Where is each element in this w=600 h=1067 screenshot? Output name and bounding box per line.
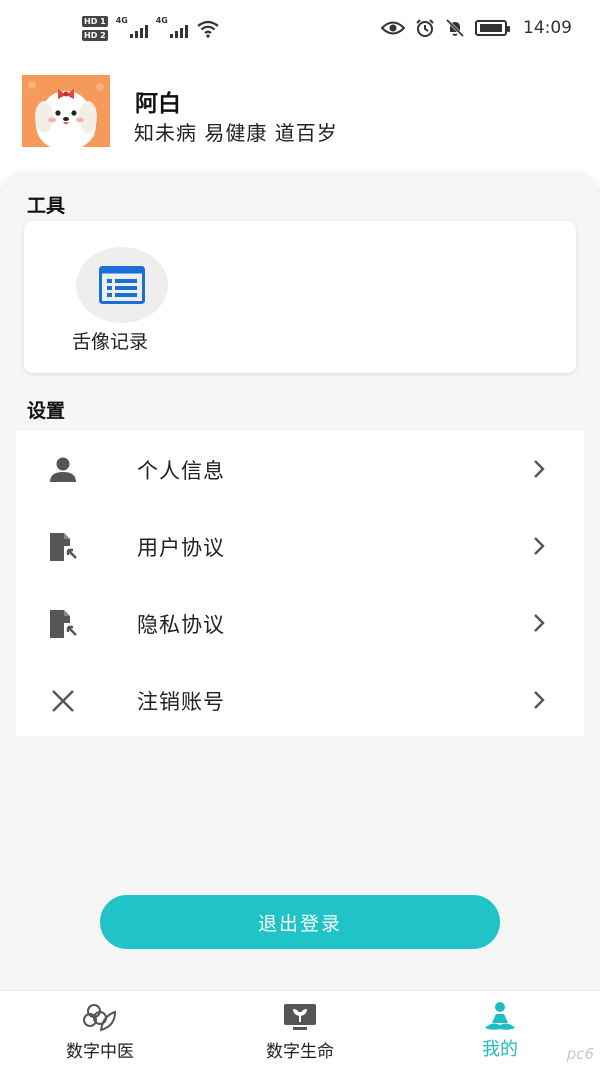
watermark: pc6 bbox=[566, 1045, 594, 1063]
signal-1-icon: 4G bbox=[116, 16, 148, 38]
status-bar: HD 1 HD 2 4G 4G 14:09 bbox=[0, 0, 600, 60]
tools-card: 舌像记录 bbox=[24, 221, 576, 373]
settings-item-user-agreement[interactable]: 用户协议 bbox=[16, 508, 584, 585]
close-icon bbox=[46, 686, 80, 716]
settings-item-label: 注销账号 bbox=[137, 690, 225, 714]
chevron-right-icon bbox=[534, 460, 545, 478]
nav-tab-digital-life[interactable]: 数字生命 bbox=[220, 991, 380, 1067]
herb-icon bbox=[80, 1001, 120, 1033]
settings-item-delete-account[interactable]: 注销账号 bbox=[16, 662, 584, 739]
list-document-icon bbox=[99, 266, 145, 304]
avatar[interactable] bbox=[22, 75, 110, 147]
logout-button[interactable]: 退出登录 bbox=[100, 895, 500, 949]
chevron-right-icon bbox=[534, 614, 545, 632]
nav-label: 我的 bbox=[482, 1039, 518, 1060]
profile-header: 阿白 知未病 易健康 道百岁 bbox=[0, 60, 600, 190]
tools-section-title: 工具 bbox=[27, 195, 66, 217]
status-time: 14:09 bbox=[523, 18, 572, 38]
file-export-icon bbox=[46, 532, 80, 562]
nav-tab-digital-tcm[interactable]: 数字中医 bbox=[20, 991, 180, 1067]
signal-group: HD 1 HD 2 4G 4G bbox=[82, 16, 220, 41]
status-right-group: 14:09 bbox=[381, 18, 572, 38]
settings-item-personal-info[interactable]: 个人信息 bbox=[16, 431, 584, 508]
eye-icon bbox=[381, 21, 405, 35]
meditation-person-icon bbox=[480, 1001, 520, 1033]
settings-list: 个人信息 用户协议 隐私协议 注销账号 bbox=[16, 431, 584, 736]
bottom-nav: 数字中医 数字生命 我的 pc6 bbox=[0, 990, 600, 1067]
chevron-right-icon bbox=[534, 691, 545, 709]
sim1-badge: HD 1 bbox=[82, 16, 108, 27]
main-sheet: 工具 舌像记录 设置 个人信息 用户协议 隐私协议 注销账号 退出登录 bbox=[0, 175, 600, 990]
nav-label: 数字中医 bbox=[66, 1042, 134, 1062]
file-export-icon bbox=[46, 609, 80, 639]
cartoon-dog-avatar-icon bbox=[22, 75, 110, 147]
settings-item-label: 个人信息 bbox=[137, 459, 225, 483]
plant-screen-icon bbox=[280, 1001, 320, 1033]
person-icon bbox=[46, 455, 80, 485]
signal-2-icon: 4G bbox=[156, 16, 188, 38]
battery-icon bbox=[475, 20, 510, 36]
wifi-icon bbox=[197, 20, 219, 38]
settings-item-privacy-agreement[interactable]: 隐私协议 bbox=[16, 585, 584, 662]
username: 阿白 bbox=[135, 91, 181, 117]
user-motto: 知未病 易健康 道百岁 bbox=[134, 121, 338, 145]
nav-label: 数字生命 bbox=[266, 1042, 334, 1062]
alarm-icon bbox=[416, 19, 434, 37]
sim2-badge: HD 2 bbox=[82, 30, 108, 41]
settings-item-label: 用户协议 bbox=[137, 536, 225, 560]
settings-item-label: 隐私协议 bbox=[137, 613, 225, 637]
settings-section-title: 设置 bbox=[27, 400, 66, 422]
chevron-right-icon bbox=[534, 537, 545, 555]
tool-icon-circle[interactable] bbox=[76, 247, 168, 323]
nav-tab-mine[interactable]: 我的 bbox=[420, 991, 580, 1067]
mute-icon bbox=[445, 18, 465, 38]
tool-label[interactable]: 舌像记录 bbox=[72, 327, 148, 354]
